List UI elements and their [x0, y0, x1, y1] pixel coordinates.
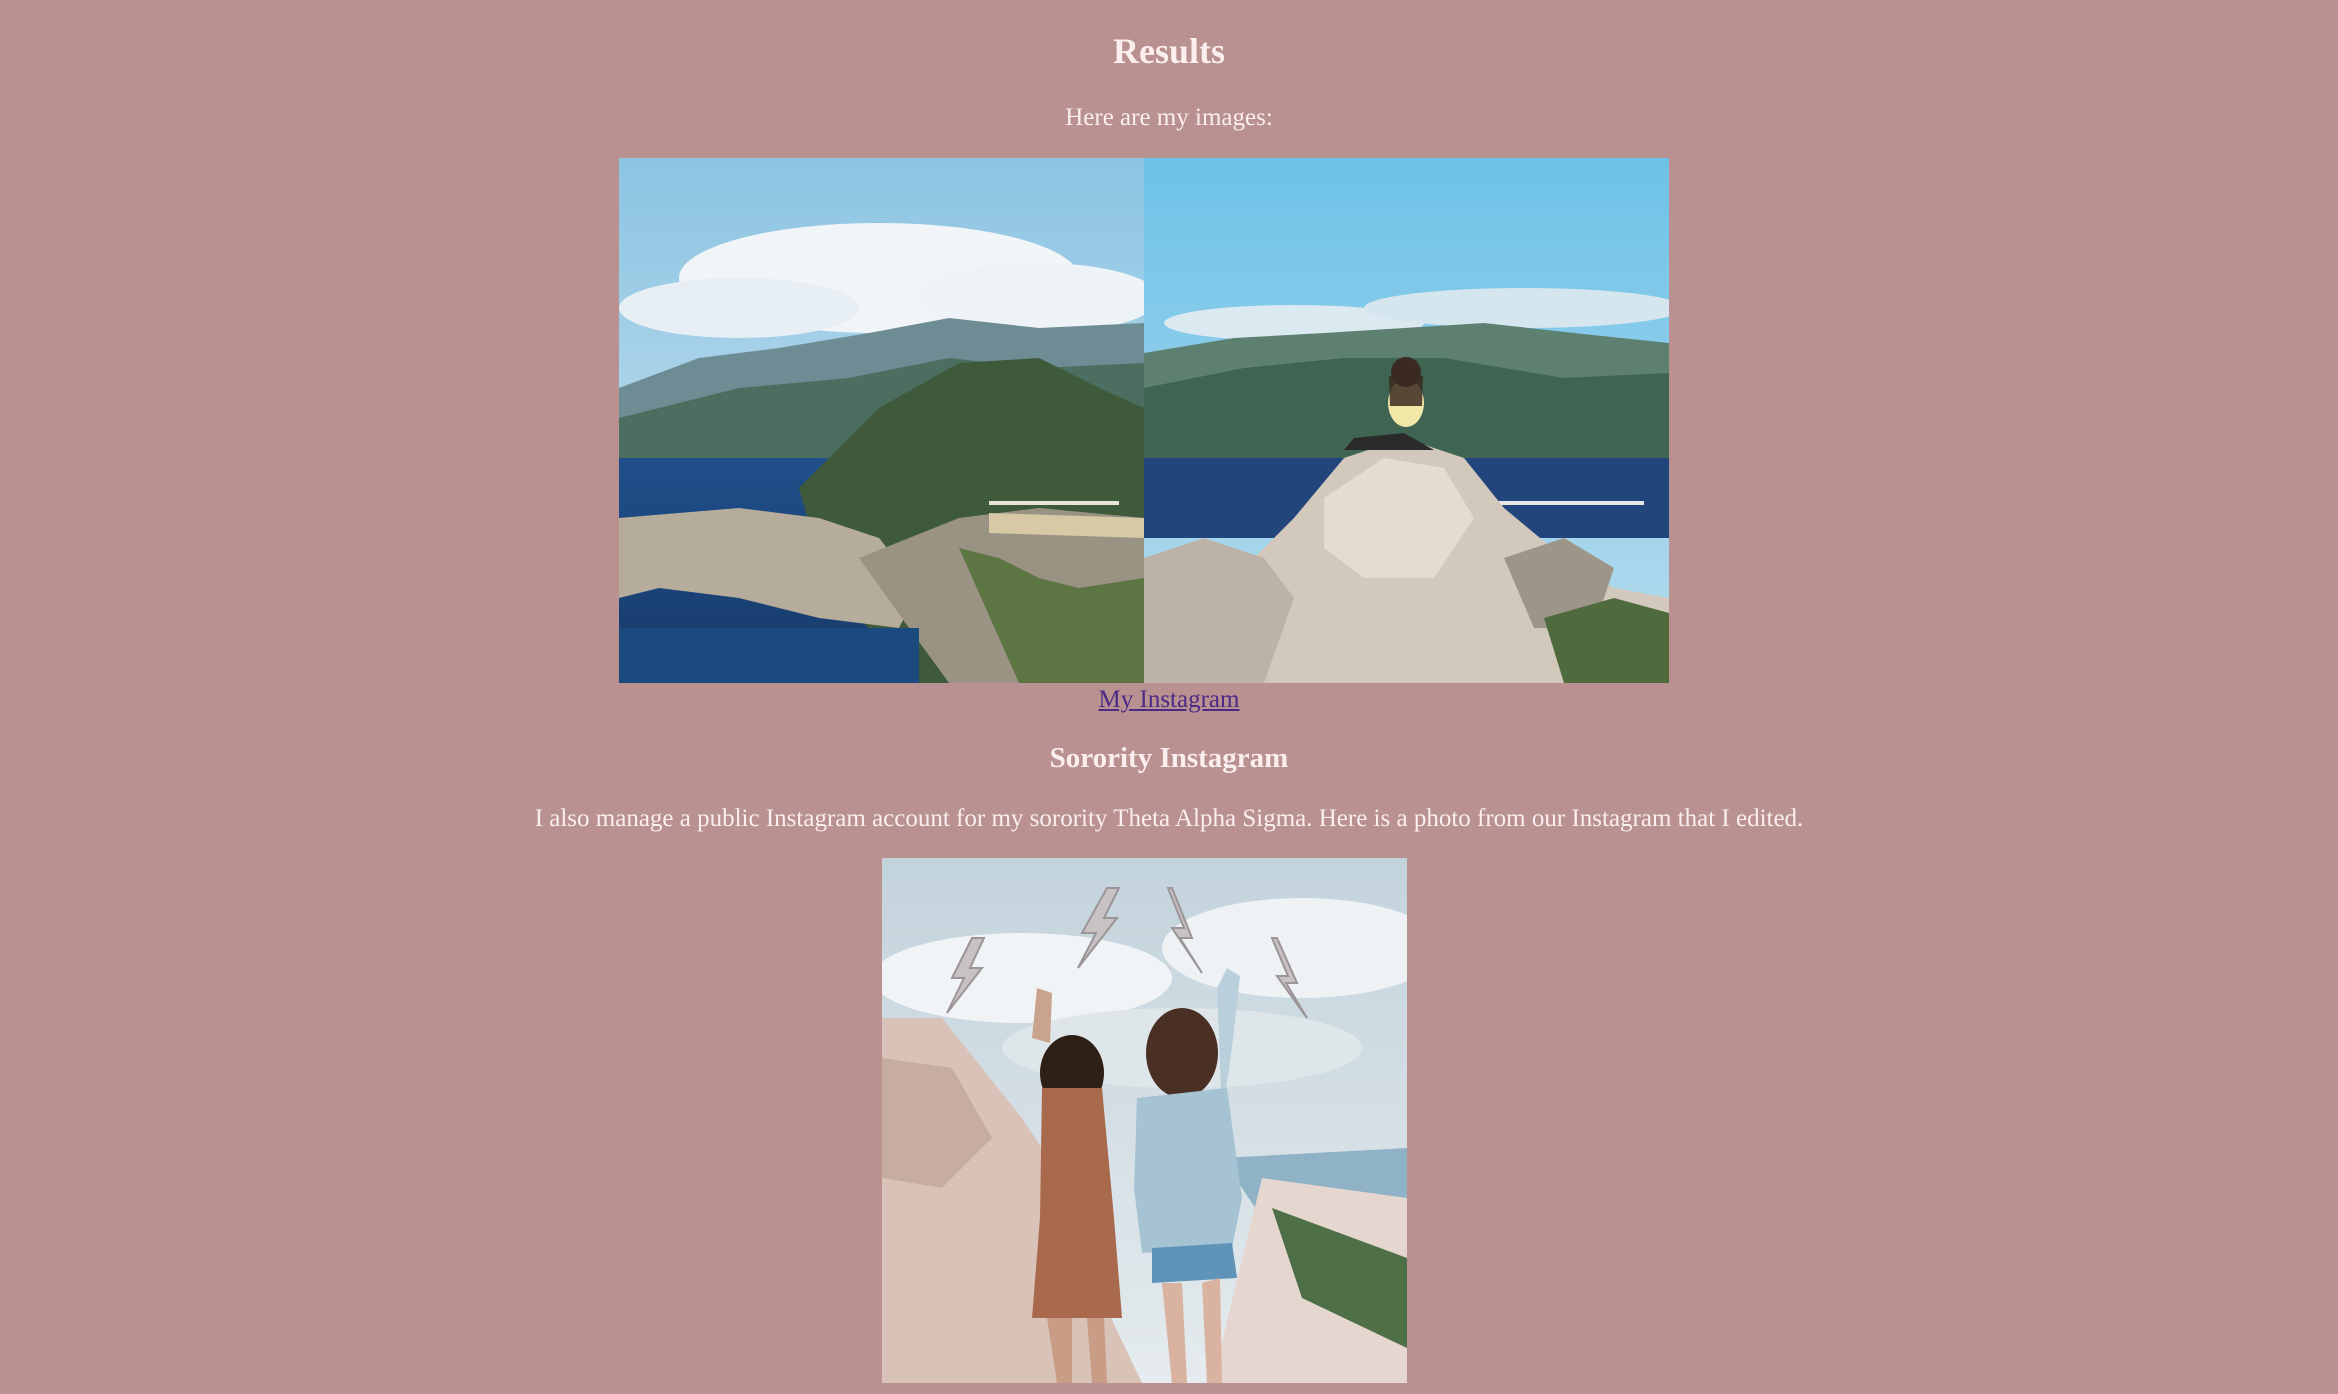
big-sur-bridge-landscape-photo	[619, 158, 1144, 683]
my-instagram-link[interactable]: My Instagram	[0, 686, 2338, 714]
results-intro-text: Here are my images:	[1065, 104, 1273, 131]
woman-sitting-on-rock-photo	[1144, 158, 1669, 683]
sorority-description-text: I also manage a public Instagram account…	[534, 805, 1804, 832]
results-heading: Results	[1112, 31, 1225, 71]
sorority-heading: Sorority Instagram	[1049, 742, 1289, 774]
sorority-friends-photo	[882, 858, 1407, 1383]
